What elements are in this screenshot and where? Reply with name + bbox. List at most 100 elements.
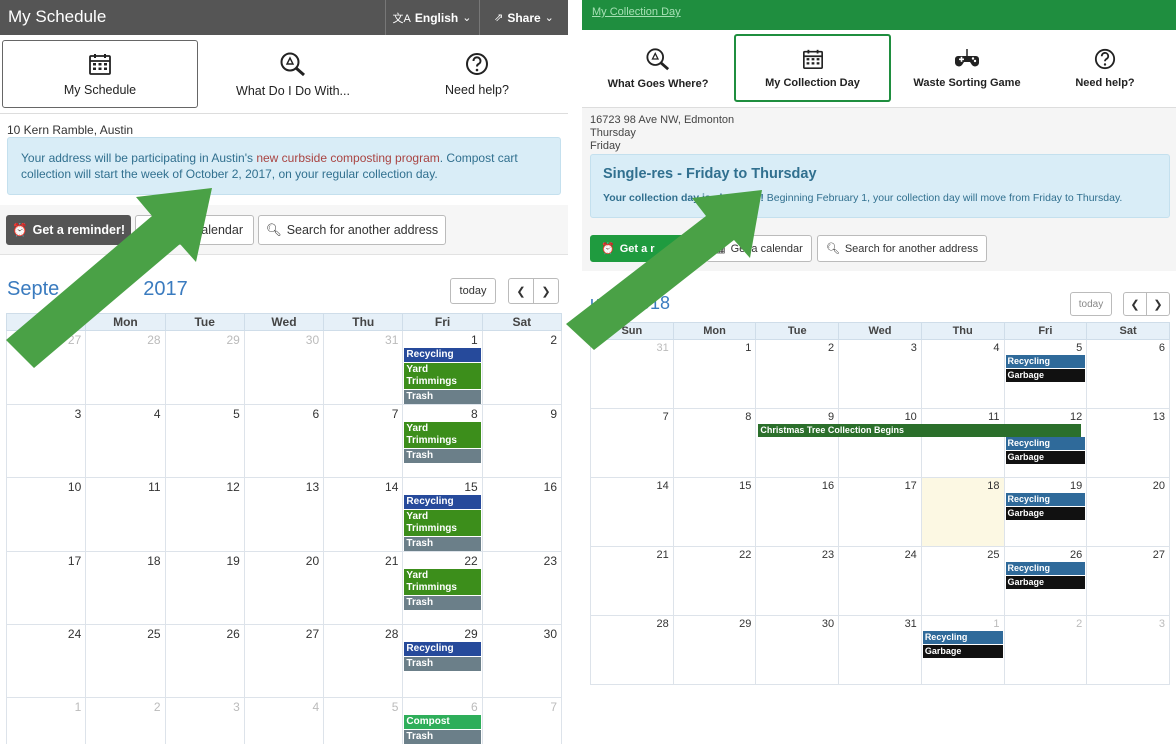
calendar-day-cell[interactable]: 2 [481,330,563,405]
calendar-day-cell[interactable]: 22 Yard Trimmings Trash [402,551,483,625]
calendar-day-cell[interactable]: 27 [243,624,325,698]
calendar-event-recycle[interactable]: Recycling [1005,562,1086,575]
calendar-day-cell[interactable]: 8 [672,408,757,478]
calendar-day-cell[interactable]: 25 [920,546,1005,616]
next-month-button[interactable]: ❯ [533,278,559,304]
calendar-event-recycle[interactable]: Recycling [404,348,481,362]
page-title-link[interactable]: My Collection Day [592,6,681,18]
calendar-day-cell[interactable]: 16 [755,477,840,547]
calendar-day-cell[interactable]: 4 [85,404,166,478]
tab-my-schedule[interactable]: My Schedule [2,40,198,108]
calendar-event-compost[interactable]: Compost [404,715,481,729]
calendar-day-cell[interactable]: 5 Recycling Garbage [1003,339,1088,409]
calendar-day-cell[interactable]: 9 Christmas Tree Collection Begins [755,408,1082,478]
calendar-day-cell[interactable]: 12 Recycling Garbage [1003,408,1088,478]
calendar-day-cell[interactable]: 27 [1086,546,1170,616]
calendar-day-cell[interactable]: 11 [920,408,1005,478]
language-button[interactable]: 文A English ⌄ [385,0,478,35]
calendar-day-cell[interactable]: 1 Recycling Garbage [920,615,1005,685]
calendar-day-cell[interactable]: 2 [85,697,166,744]
today-button[interactable]: today [1070,292,1112,316]
calendar-day-cell[interactable]: 17 [838,477,922,547]
tab-what-do-i-do-with[interactable]: What Do I Do With... [198,40,388,108]
calendar-day-cell[interactable]: 4 [243,697,325,744]
calendar-event-recycle[interactable]: Recycling [404,642,481,656]
calendar-day-cell[interactable]: 16 [481,477,563,552]
calendar-event-recycle[interactable]: Recycling [922,631,1003,644]
calendar-day-cell[interactable]: 10 [5,477,87,552]
calendar-day-cell[interactable]: 20 [1086,477,1170,547]
calendar-day-cell[interactable]: 31 [590,339,674,409]
calendar-event-garbage[interactable]: Garbage [1005,450,1086,464]
prev-month-button[interactable]: ❮ [1123,292,1147,316]
calendar-day-cell[interactable]: 3 [838,339,922,409]
calendar-event-recycle[interactable]: Recycling [1005,437,1086,450]
calendar-day-cell[interactable]: 25 [85,624,166,698]
calendar-day-cell[interactable]: 2 [755,339,840,409]
calendar-event-recycle[interactable]: Recycling [1005,493,1086,506]
calendar-day-cell[interactable]: 23 [481,551,563,625]
calendar-day-cell[interactable]: 18 [920,477,1005,547]
get-calendar-button[interactable]: ▦ Get a calendar [706,235,812,262]
calendar-day-cell[interactable]: 4 [920,339,1005,409]
calendar-day-cell[interactable]: 29 [164,330,245,405]
calendar-day-cell[interactable]: 5 [323,697,404,744]
calendar-event-trash[interactable]: Trash [404,537,481,551]
calendar-day-cell[interactable]: 27 [5,330,87,405]
calendar-day-cell[interactable]: 30 [481,624,563,698]
calendar-day-cell[interactable]: 28 [323,624,404,698]
calendar-day-cell[interactable]: 12 [164,477,245,552]
calendar-day-cell[interactable]: 31 [838,615,922,685]
search-address-button[interactable]: 🔍︎ Search for another address [258,215,446,245]
calendar-day-cell[interactable]: 13 [243,477,325,552]
calendar-day-cell[interactable]: 5 [164,404,245,478]
calendar-day-cell[interactable]: 1 [672,339,757,409]
calendar-event-yard[interactable]: Yard Trimmings [404,569,481,595]
calendar-day-cell[interactable]: 31 [323,330,404,405]
calendar-day-cell[interactable]: 18 [85,551,166,625]
calendar-day-cell[interactable]: 19 [164,551,245,625]
calendar-day-cell[interactable]: 2 [1003,615,1088,685]
calendar-day-cell[interactable]: 22 [672,546,757,616]
calendar-day-cell[interactable]: 6 [1086,339,1170,409]
calendar-day-cell[interactable]: 7 [590,408,674,478]
calendar-event-garbage[interactable]: Garbage [1005,506,1086,520]
calendar-day-cell[interactable]: 1 [5,697,87,744]
calendar-day-cell[interactable]: 15 [672,477,757,547]
get-calendar-button[interactable]: alendar [135,215,254,245]
calendar-event-christmas-tree[interactable]: Christmas Tree Collection Begins [758,424,1082,437]
calendar-day-cell[interactable]: 28 [85,330,166,405]
calendar-day-cell[interactable]: 19 Recycling Garbage [1003,477,1088,547]
calendar-day-cell[interactable]: 20 [243,551,325,625]
search-address-button[interactable]: 🔍︎ Search for another address [817,235,987,262]
calendar-day-cell[interactable]: 8 Yard Trimmings Trash [402,404,483,478]
calendar-day-cell[interactable]: 28 [590,615,674,685]
calendar-day-cell[interactable]: 9 [481,404,563,478]
calendar-event-yard[interactable]: Yard Trimmings [404,363,481,389]
calendar-day-cell[interactable]: 11 [85,477,166,552]
calendar-day-cell[interactable]: 1 Recycling Yard Trimmings Trash [402,330,483,405]
calendar-event-trash[interactable]: Trash [404,596,481,610]
calendar-day-cell[interactable]: 29 [672,615,757,685]
prev-month-button[interactable]: ❮ [508,278,534,304]
calendar-day-cell[interactable]: 30 [243,330,325,405]
calendar-day-cell[interactable]: 21 [323,551,404,625]
calendar-day-cell[interactable]: 24 [5,624,87,698]
calendar-day-cell[interactable]: 7 [481,697,563,744]
calendar-event-trash[interactable]: Trash [404,449,481,463]
get-reminder-button[interactable]: ⏰ Get a reminder! [6,215,131,245]
composting-program-link[interactable]: new curbside composting program [256,151,439,165]
calendar-day-cell[interactable]: 3 [5,404,87,478]
calendar-day-cell[interactable]: 23 [755,546,840,616]
calendar-day-cell[interactable]: 17 [5,551,87,625]
calendar-day-cell[interactable]: 24 [838,546,922,616]
calendar-event-recycle[interactable]: Recycling [404,495,481,509]
calendar-day-cell[interactable]: 14 [323,477,404,552]
calendar-event-garbage[interactable]: Garbage [1005,575,1086,589]
calendar-event-trash[interactable]: Trash [404,390,481,404]
share-button[interactable]: ⇗ Share ⌄ [479,0,568,35]
get-reminder-button[interactable]: ⏰ Get a r [590,235,702,262]
calendar-day-cell[interactable]: 3 [1086,615,1170,685]
calendar-day-cell[interactable]: 15 Recycling Yard Trimmings Trash [402,477,483,552]
next-month-button[interactable]: ❯ [1146,292,1170,316]
